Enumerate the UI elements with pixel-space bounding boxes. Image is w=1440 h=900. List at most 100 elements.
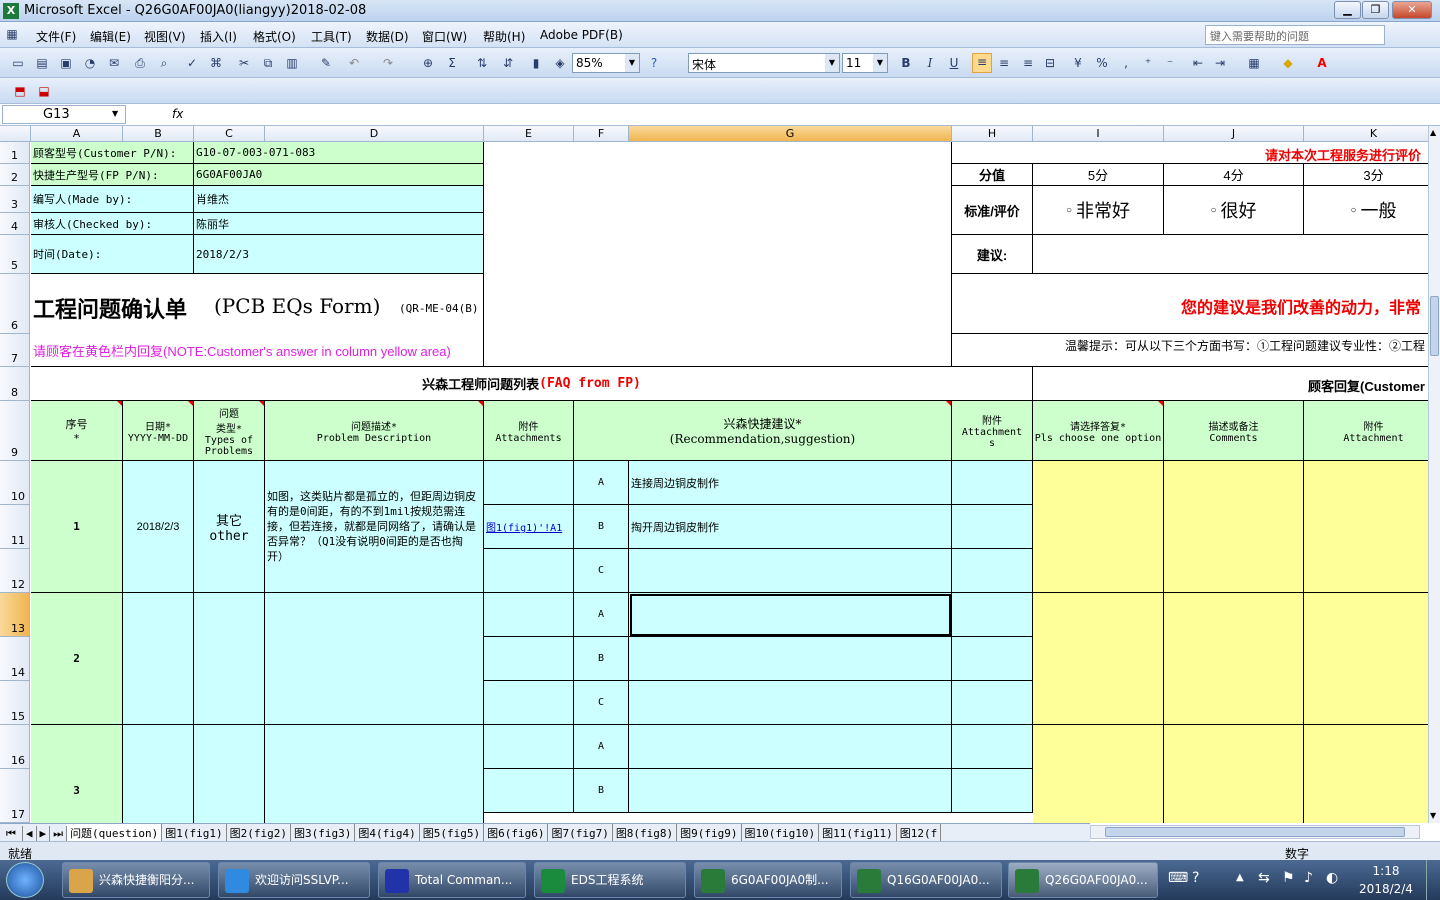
suggest-input[interactable]	[1033, 235, 1428, 274]
font-select[interactable]: 宋体 ▼	[688, 53, 840, 73]
merge-center-icon[interactable]: ⊟	[1042, 55, 1058, 71]
row-header[interactable]: 7	[0, 334, 30, 367]
q1-att2-a[interactable]	[952, 461, 1033, 505]
q3-type[interactable]	[194, 725, 265, 823]
tab-nav-next-icon[interactable]: ▶	[37, 826, 51, 841]
font-color-icon[interactable]: A	[1314, 55, 1330, 71]
q3-att2-b[interactable]	[952, 769, 1033, 813]
chevron-down-icon[interactable]: ▼	[873, 54, 887, 72]
q2-att2-b[interactable]	[952, 637, 1033, 681]
workbook-icon[interactable]: ▦	[4, 26, 20, 42]
suggest-label[interactable]: 建议:	[952, 235, 1033, 274]
decrease-indent-icon[interactable]: ⇤	[1190, 55, 1206, 71]
score-label[interactable]: 分值	[952, 164, 1033, 186]
borders-icon[interactable]: ▦	[1246, 55, 1262, 71]
tab-nav-first-icon[interactable]: ⏮	[0, 826, 23, 841]
taskbar-item[interactable]: 6G0AF00JA0制...	[694, 862, 842, 898]
comment-marker[interactable]	[1158, 401, 1163, 406]
checked-by-label[interactable]: 审核人(Checked by):	[31, 213, 194, 235]
bold-button[interactable]: B	[898, 55, 914, 71]
taskbar-item[interactable]: Q16G0AF00JA0...	[850, 862, 1002, 898]
percent-button[interactable]: %	[1094, 55, 1110, 71]
checked-by-value[interactable]: 陈丽华	[194, 213, 484, 235]
align-left-icon[interactable]: ≡	[972, 53, 992, 73]
menu-tools[interactable]: 工具(T)	[311, 28, 352, 45]
underline-button[interactable]: U	[946, 55, 962, 71]
scroll-thumb[interactable]	[1105, 827, 1405, 837]
q2-reply-choice[interactable]	[1033, 593, 1164, 725]
th-comments[interactable]: 描述或备注 Comments	[1164, 401, 1304, 461]
col-header-h[interactable]: H	[952, 126, 1033, 142]
tab-fig11[interactable]: 图11(fig11)	[819, 824, 897, 841]
row-header[interactable]: 14	[0, 637, 30, 681]
tab-fig12[interactable]: 图12(f	[897, 824, 942, 841]
chart-wizard-icon[interactable]: ▮	[528, 55, 544, 71]
q3-reply-attachment[interactable]	[1304, 725, 1428, 823]
taskbar-item[interactable]: EDS工程系统	[534, 862, 686, 898]
menu-view[interactable]: 视图(V)	[144, 28, 186, 45]
app-tray-icon[interactable]: ◐	[1326, 870, 1338, 886]
close-button[interactable]: ✕	[1392, 1, 1432, 19]
redo-icon[interactable]: ↷	[380, 55, 396, 71]
q1-date[interactable]: 2018/2/3	[123, 461, 194, 593]
currency-icon[interactable]: ¥	[1070, 55, 1086, 71]
comment-marker[interactable]	[946, 401, 951, 406]
customer-note[interactable]: 请顾客在黄色栏内回复(NOTE:Customer's answer in col…	[31, 334, 484, 367]
tab-nav-last-icon[interactable]: ⏭	[50, 826, 68, 841]
col-header-j[interactable]: J	[1164, 126, 1304, 142]
q1-reply-comments[interactable]	[1164, 461, 1304, 593]
tip-text[interactable]: 温馨提示：可从以下三个方面书写：①工程问题建议专业性：②工程	[952, 334, 1428, 367]
q1-att-a[interactable]	[484, 461, 574, 505]
row-header[interactable]: 1	[0, 142, 30, 164]
date-label[interactable]: 时间(Date):	[31, 235, 194, 274]
comment-marker[interactable]	[259, 401, 264, 406]
cust-pn-label[interactable]: 顾客型号(Customer P/N):	[31, 142, 194, 164]
scroll-thumb[interactable]	[1430, 296, 1439, 356]
comment-marker[interactable]	[117, 401, 122, 406]
faq-title[interactable]: 兴森工程师问题列表 (FAQ from FP)	[31, 367, 1033, 401]
drawing-icon[interactable]: ◈	[552, 55, 568, 71]
th-date[interactable]: 日期* YYYY-MM-DD	[123, 401, 194, 461]
made-by-label[interactable]: 编写人(Made by):	[31, 186, 194, 213]
flag-icon[interactable]: ⚑	[1282, 870, 1295, 886]
q3-description[interactable]	[265, 725, 484, 823]
form-title-cell[interactable]: 工程问题确认单 (PCB EQs Form) (QR-ME-04(B)	[31, 274, 484, 334]
row-header[interactable]: 3	[0, 186, 30, 213]
font-size-select[interactable]: 11 ▼	[842, 53, 888, 73]
comma-button[interactable]: ,	[1118, 55, 1134, 71]
q2-reply-comments[interactable]	[1164, 593, 1304, 725]
q2-date[interactable]	[123, 593, 194, 725]
radio-icon[interactable]: ○	[1066, 205, 1072, 216]
scroll-up-icon[interactable]: ▲	[1430, 128, 1439, 138]
help-search-input[interactable]: 键入需要帮助的问题	[1205, 25, 1385, 45]
q2-att-c[interactable]	[484, 681, 574, 725]
clock[interactable]: 1:18 2018/2/4	[1356, 862, 1416, 898]
taskbar-item[interactable]: 欢迎访问SSLVP...	[218, 862, 370, 898]
radio-icon[interactable]: ○	[1350, 205, 1356, 216]
sort-asc-icon[interactable]: ⇅	[474, 55, 490, 71]
fp-pn-label[interactable]: 快捷生产型号(FP P/N):	[31, 164, 194, 186]
q2-reply-attachment[interactable]	[1304, 593, 1428, 725]
keyboard-icon[interactable]: ⌨	[1168, 870, 1188, 886]
chevron-down-icon[interactable]: ▼	[825, 54, 839, 72]
hyperlink-icon[interactable]: ⊕	[420, 55, 436, 71]
q1-type[interactable]: 其它 other	[194, 461, 265, 593]
excel-icon[interactable]: X	[3, 3, 19, 19]
q2-att2-a[interactable]	[952, 593, 1033, 637]
formula-input[interactable]	[190, 106, 1430, 124]
col-header-f[interactable]: F	[574, 126, 629, 142]
row-header[interactable]: 8	[0, 367, 30, 401]
tab-nav-prev-icon[interactable]: ◀	[23, 826, 37, 841]
help-tray-icon[interactable]: ?	[1192, 870, 1199, 886]
menu-window[interactable]: 窗口(W)	[422, 28, 467, 45]
score-3[interactable]: 3分	[1304, 164, 1428, 186]
q3-att-a[interactable]	[484, 725, 574, 769]
rating-banner[interactable]: 请对本次工程服务进行评价	[952, 142, 1428, 164]
row-header[interactable]: 16	[0, 725, 30, 769]
radio-icon[interactable]: ○	[1210, 205, 1216, 216]
q1-att2-c[interactable]	[952, 549, 1033, 593]
col-header-d[interactable]: D	[265, 126, 484, 142]
menu-insert[interactable]: 插入(I)	[200, 28, 237, 45]
q3-no[interactable]: 3	[31, 725, 123, 823]
row-header[interactable]: 15	[0, 681, 30, 725]
